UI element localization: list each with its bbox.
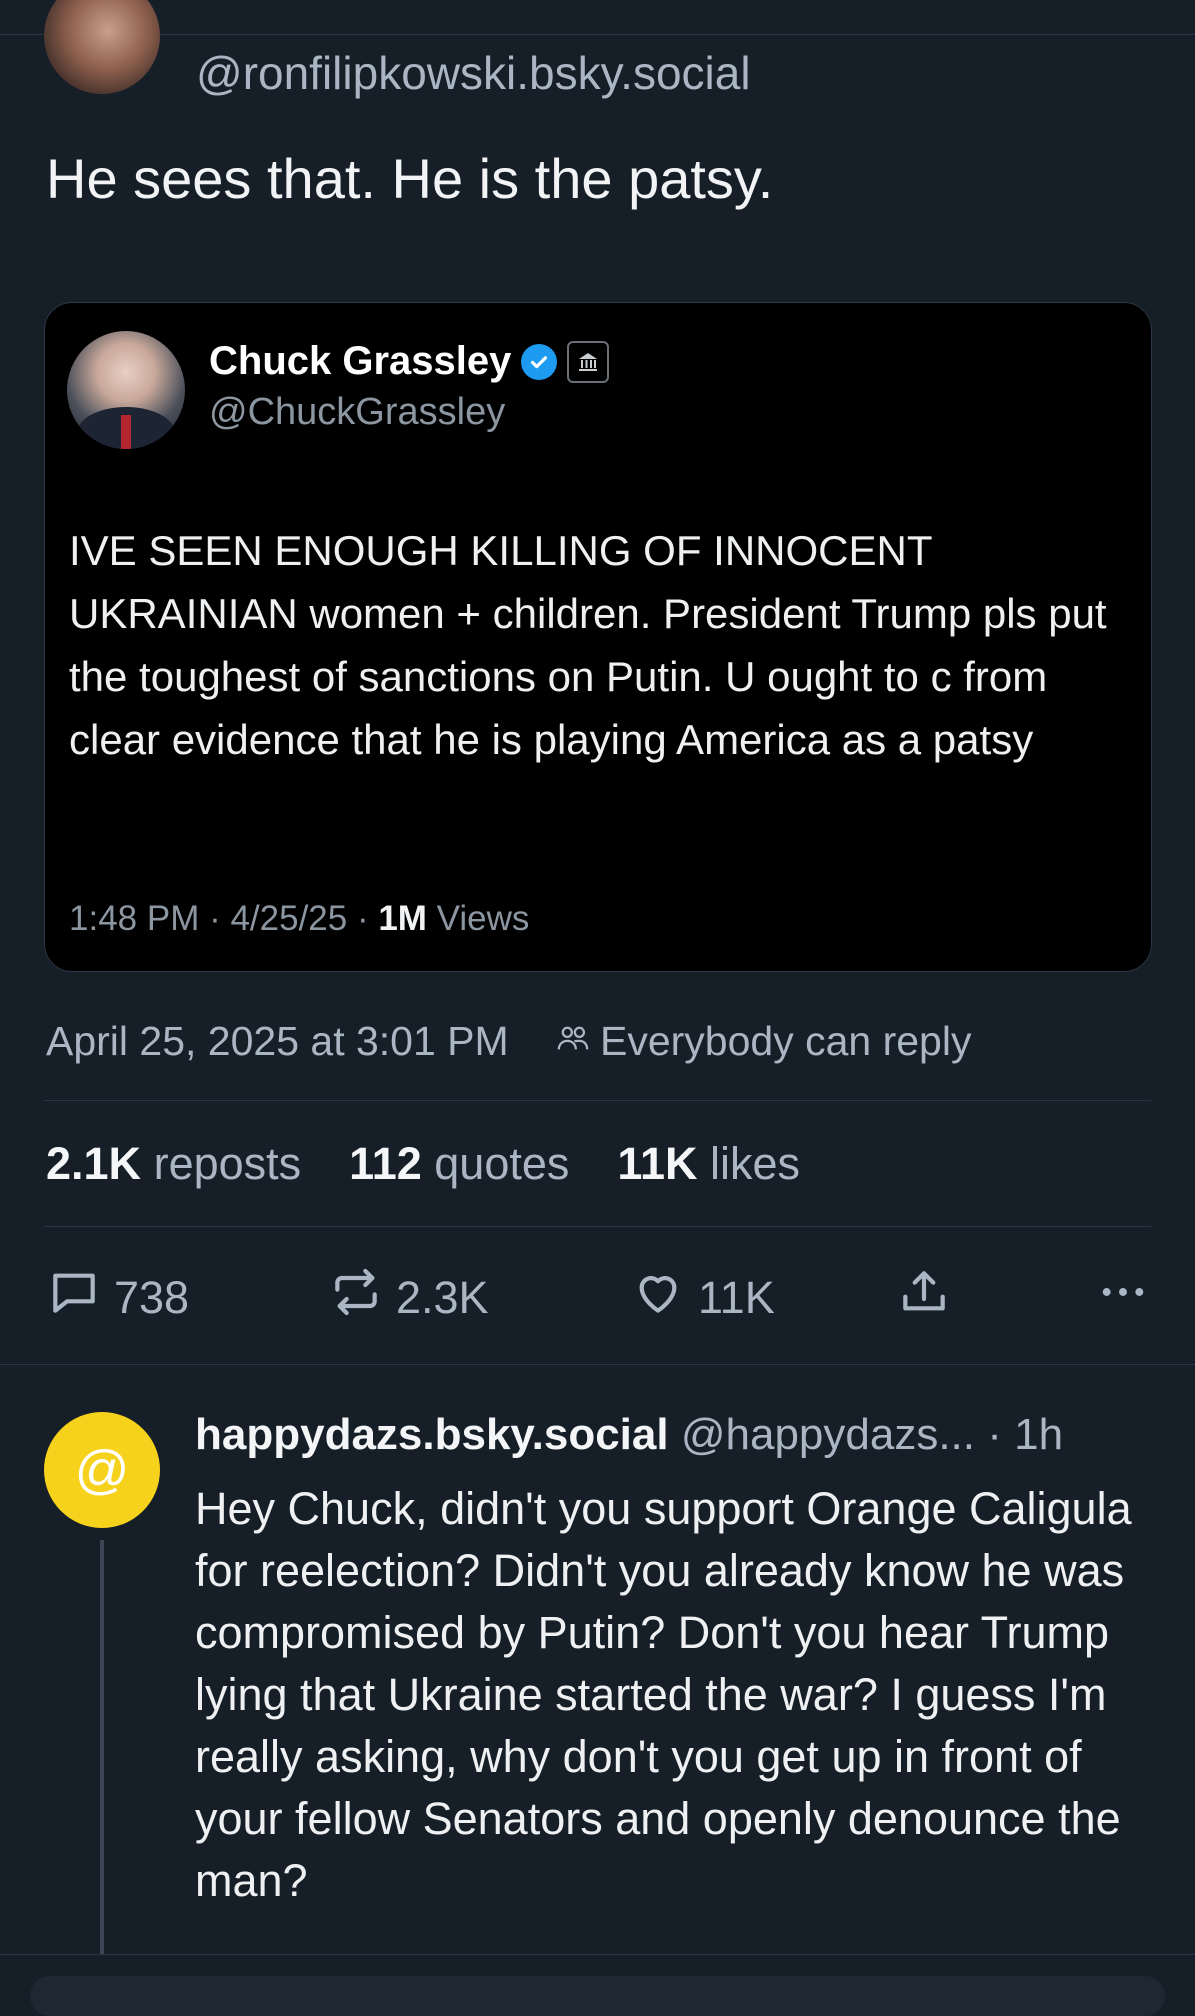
embed-body: IVE SEEN ENOUGH KILLING OF INNOCENT UKRA… [69,527,1107,763]
reposts-label: reposts [153,1138,302,1189]
quotes-label: quotes [434,1138,570,1189]
divider [44,1226,1151,1227]
embed-timestamp: 1:48 PM · 4/25/25 · [69,899,379,938]
more-options-button[interactable] [1095,1264,1151,1331]
reply-icon [46,1264,102,1331]
embed-author-handle: @ChuckGrassley [209,391,506,433]
reposts-count: 2.1K [46,1138,142,1189]
government-building-icon [567,340,610,383]
embed-name-row: Chuck Grassley [209,339,610,384]
at-sign-icon: @ [74,1440,130,1500]
post-text: He sees that. He is the patsy. [46,147,774,210]
embed-avatar [67,331,185,449]
heart-icon [630,1264,686,1331]
reply-permission: Everybody can reply [556,1018,971,1065]
share-icon [896,1264,952,1331]
repost-button[interactable]: 2.3K [328,1264,489,1331]
likes-stat[interactable]: 11K likes [617,1138,800,1190]
reply-body: Hey Chuck, didn't you support Orange Cal… [195,1483,1132,1906]
people-icon [556,1018,590,1065]
likes-count: 11K [617,1138,698,1189]
embed-author-name: Chuck Grassley [209,339,512,383]
reply-author-handle[interactable]: @happydazs... [681,1410,975,1459]
embed-meta: 1:48 PM · 4/25/25 · 1M Views [69,899,529,939]
reply-button[interactable]: 738 [46,1264,189,1331]
reposts-stat[interactable]: 2.1K reposts [46,1138,301,1190]
likes-label: likes [710,1138,801,1189]
author-handle[interactable]: @ronfilipkowski.bsky.social [196,46,751,100]
reply-permission-label: Everybody can reply [600,1018,972,1064]
reply-count: 738 [114,1271,190,1323]
reply-composer-bar[interactable] [30,1976,1165,2016]
like-button[interactable]: 11K [630,1264,775,1331]
top-divider [0,34,1195,35]
post-date: April 25, 2025 at 3:01 PM [46,1018,509,1064]
ellipsis-icon [1095,1264,1151,1331]
share-button[interactable] [896,1264,952,1331]
reply-timestamp: · 1h [987,1410,1064,1459]
post-actions: 738 2.3K 11K [46,1264,1151,1324]
embed-views-label: Views [426,899,530,938]
reply-header: happydazs.bsky.social @happydazs... · 1h [195,1410,1063,1460]
thread-line [100,1540,104,1960]
author-avatar[interactable] [44,0,160,94]
reply-author-name[interactable]: happydazs.bsky.social [195,1410,669,1459]
quotes-stat[interactable]: 112 quotes [349,1138,569,1190]
divider [0,1364,1195,1365]
embed-views-count: 1M [378,899,427,938]
divider [44,1100,1151,1101]
quotes-count: 112 [349,1138,422,1189]
like-count: 11K [698,1271,775,1323]
engagement-stats: 2.1K reposts 112 quotes 11K likes [46,1138,800,1190]
embedded-screenshot[interactable]: Chuck Grassley @ChuckGrassley IVE SEEN E… [44,302,1152,972]
repost-count: 2.3K [396,1271,489,1323]
reply-avatar[interactable]: @ [44,1412,160,1528]
verified-check-icon [521,343,558,380]
repost-icon [328,1264,384,1331]
